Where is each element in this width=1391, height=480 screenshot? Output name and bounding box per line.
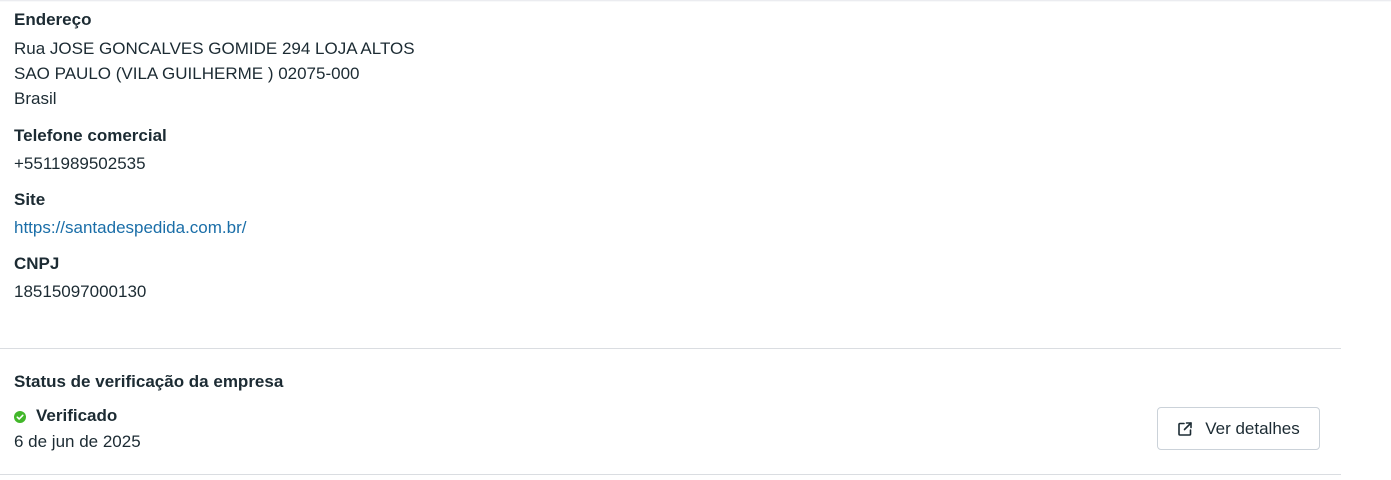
cnpj-label: CNPJ [14, 254, 60, 273]
website-field: Site https://santadespedida.com.br/ [14, 188, 1014, 239]
website-value-wrapper: https://santadespedida.com.br/ [14, 217, 1014, 239]
address-line-3: Brasil [14, 89, 57, 108]
top-shadow [0, 0, 1391, 2]
verification-status-section: Status de verificação da empresa Verific… [14, 370, 1324, 460]
website-link[interactable]: https://santadespedida.com.br/ [14, 218, 246, 237]
view-details-button[interactable]: Ver detalhes [1157, 407, 1320, 450]
business-info-page: Endereço Rua JOSE GONCALVES GOMIDE 294 L… [0, 0, 1391, 480]
external-link-icon [1177, 421, 1193, 437]
address-value: Rua JOSE GONCALVES GOMIDE 294 LOJA ALTOS… [14, 36, 1014, 111]
cnpj-value: 18515097000130 [14, 282, 147, 301]
phone-label: Telefone comercial [14, 126, 167, 145]
address-line-2: SAO PAULO (VILA GUILHERME ) 02075-000 [14, 64, 360, 83]
address-line-1: Rua JOSE GONCALVES GOMIDE 294 LOJA ALTOS [14, 39, 415, 58]
cnpj-field: CNPJ 18515097000130 [14, 252, 1014, 303]
verification-status-value: Verificado [36, 406, 118, 425]
phone-value: +5511989502535 [14, 154, 146, 173]
address-field: Endereço Rua JOSE GONCALVES GOMIDE 294 L… [14, 8, 1014, 111]
check-circle-icon [14, 410, 26, 423]
website-label: Site [14, 190, 46, 209]
verification-date: 6 de jun de 2025 [14, 432, 141, 451]
view-details-label: Ver detalhes [1205, 418, 1300, 438]
phone-field: Telefone comercial +5511989502535 [14, 124, 1014, 175]
business-info-section: Endereço Rua JOSE GONCALVES GOMIDE 294 L… [14, 8, 1014, 303]
bottom-divider [0, 474, 1341, 475]
section-divider [0, 348, 1341, 349]
verification-status-title: Status de verificação da empresa [14, 372, 284, 391]
address-label: Endereço [14, 10, 92, 29]
verification-status-row: Verificado [14, 404, 117, 428]
